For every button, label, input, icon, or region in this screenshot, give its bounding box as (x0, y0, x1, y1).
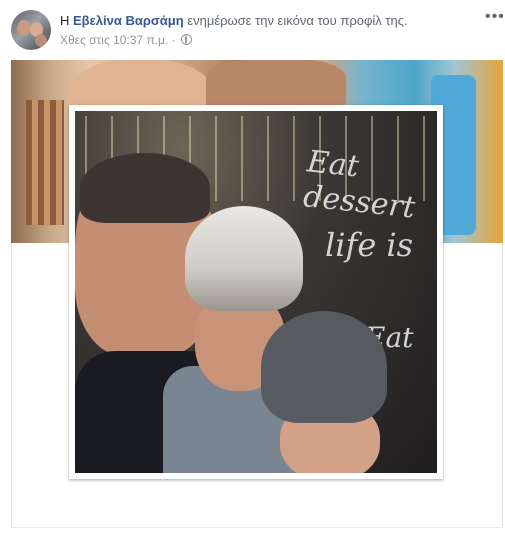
person-boy-hat (261, 311, 387, 423)
glass-writing: Eat dessert (301, 144, 417, 226)
header-article: Η (60, 13, 70, 28)
ellipsis-icon[interactable]: ••• (485, 8, 505, 26)
avatar-face (17, 20, 31, 36)
avatar-face (35, 34, 47, 47)
glass-writing: life is (325, 226, 414, 264)
person-man-hair (80, 153, 210, 223)
person-woman-hat (185, 206, 303, 311)
cover-railing (26, 100, 64, 225)
author-name-link[interactable]: Εβελίνα Βαρσάμη (73, 13, 184, 28)
profile-photo: Eat dessert life is Eat (75, 111, 437, 473)
post-header: Η Εβελίνα Βαρσάμη ενημέρωσε την εικόνα τ… (60, 13, 408, 28)
post-meta: Χθες στις 10:37 π.μ. · (60, 33, 192, 47)
globe-icon[interactable] (181, 34, 192, 45)
profile-picture[interactable]: Eat dessert life is Eat (69, 105, 443, 479)
avatar[interactable] (11, 10, 51, 50)
meta-separator: · (171, 33, 176, 47)
action-text: ενημέρωσε την εικόνα του προφίλ της. (187, 13, 408, 28)
timestamp-link[interactable]: Χθες στις 10:37 π.μ. (60, 33, 168, 47)
post-card: Η Εβελίνα Βαρσάμη ενημέρωσε την εικόνα τ… (0, 0, 505, 540)
